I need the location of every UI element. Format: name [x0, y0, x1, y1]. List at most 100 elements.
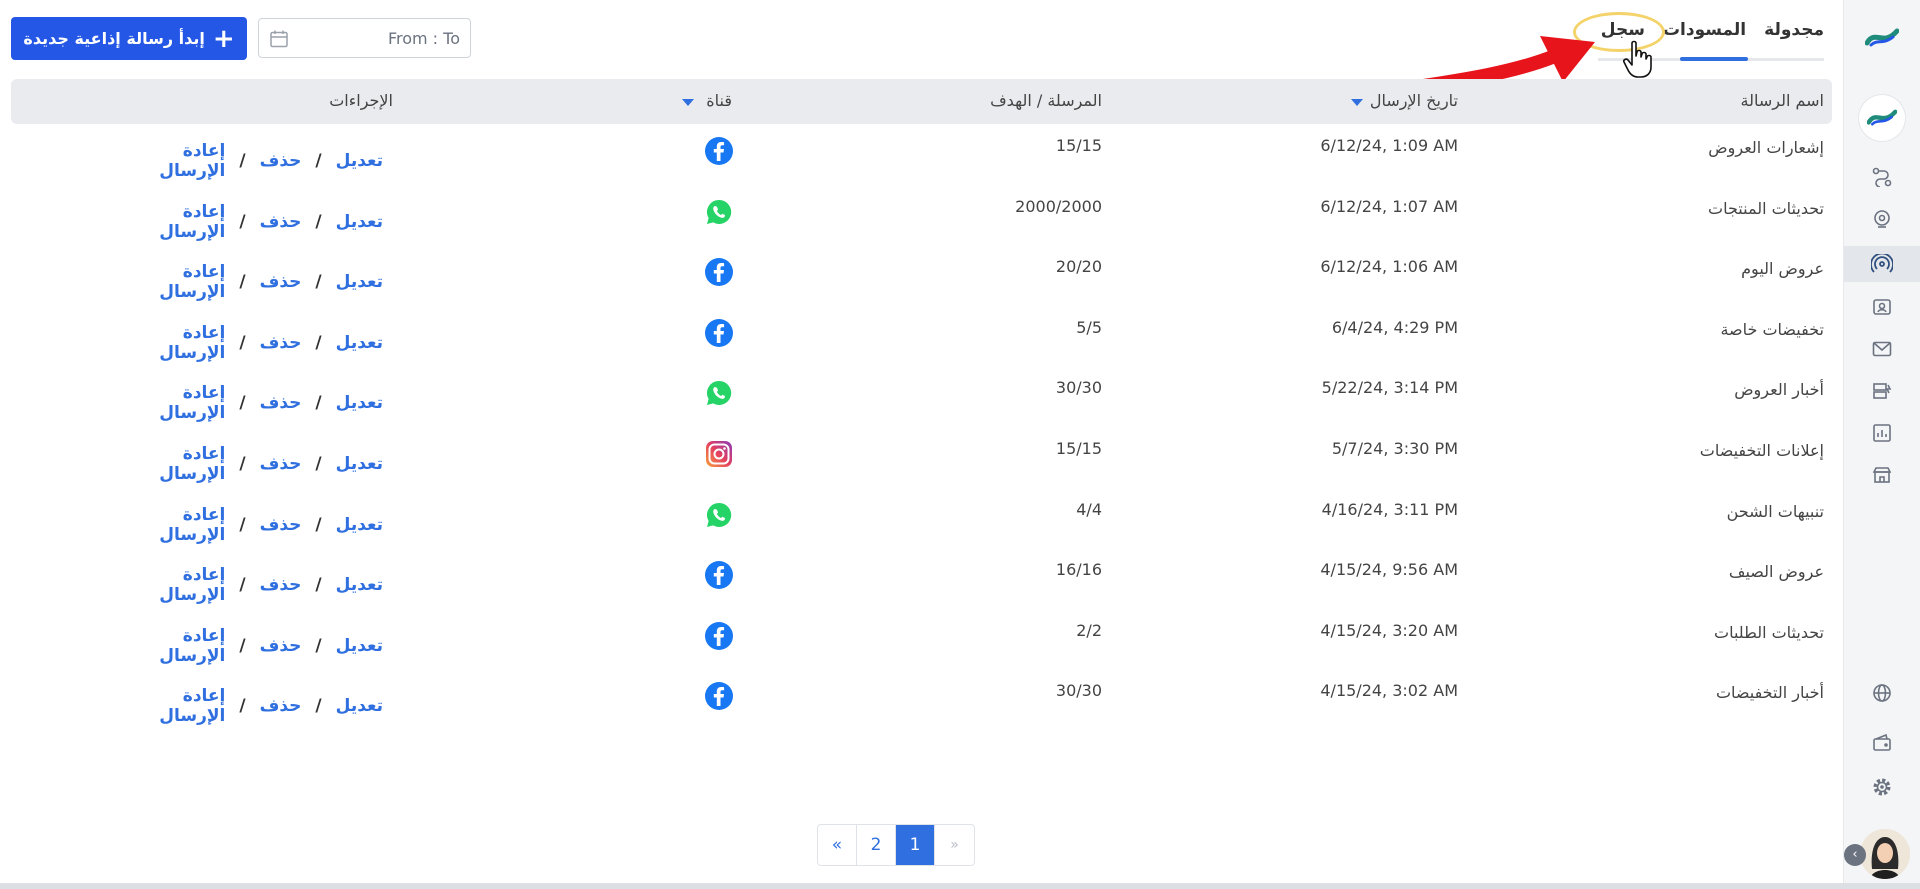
send-date: 6/4/24, 4:29 PM: [1331, 317, 1458, 337]
table-row: تنبيهات الشحن 4/16/24, 3:11 PM 4/4 تعديل / حذ…: [11, 492, 1832, 552]
row-actions: تعديل / حذف / إعادة الإرسال: [111, 505, 383, 545]
avatar[interactable]: [1860, 829, 1910, 879]
sent-target-count: 30/30: [1055, 681, 1102, 701]
row-actions: تعديل / حذف / إعادة الإرسال: [111, 565, 383, 605]
resend-link[interactable]: إعادة الإرسال: [111, 686, 225, 726]
facebook-icon: [704, 621, 734, 651]
workspace-icon[interactable]: [1844, 92, 1920, 144]
edit-link[interactable]: تعديل: [336, 515, 383, 535]
globe-icon[interactable]: [1844, 678, 1920, 708]
tab-scheduled[interactable]: مجدولة: [1764, 18, 1824, 42]
action-separator: /: [239, 393, 246, 414]
message-name: تنبيهات الشحن: [1726, 501, 1824, 521]
message-name: عروض الصيف: [1728, 562, 1824, 582]
resend-link[interactable]: إعادة الإرسال: [111, 505, 225, 545]
resend-link[interactable]: إعادة الإرسال: [111, 444, 225, 484]
delete-link[interactable]: حذف: [260, 272, 302, 292]
edit-link[interactable]: تعديل: [336, 151, 383, 171]
edit-link[interactable]: تعديل: [336, 212, 383, 232]
date-range-input[interactable]: From : To: [258, 18, 471, 58]
store-icon[interactable]: [1844, 460, 1920, 490]
flow-icon[interactable]: [1844, 162, 1920, 192]
delete-link[interactable]: حذف: [260, 515, 302, 535]
facebook-icon: [704, 318, 734, 348]
message-name: أخبار التخفيضات: [1715, 683, 1824, 703]
page-1-button[interactable]: 1: [896, 825, 935, 865]
table-row: أخبار العروض 5/22/24, 3:14 PM 30/30 تعديل / ح…: [11, 370, 1832, 430]
resend-link[interactable]: إعادة الإرسال: [111, 323, 225, 363]
sent-target-count: 4/4: [1076, 499, 1102, 519]
sent-target-count: 15/15: [1055, 439, 1102, 458]
reports-icon[interactable]: [1844, 418, 1920, 448]
facebook-icon: [704, 257, 734, 287]
sent-target-count: 15/15: [1055, 136, 1102, 155]
delete-link[interactable]: حذف: [260, 333, 302, 353]
logo-icon[interactable]: [1844, 18, 1920, 58]
action-separator: /: [315, 454, 322, 474]
action-separator: /: [239, 151, 246, 171]
edit-link[interactable]: تعديل: [336, 393, 383, 413]
mail-icon[interactable]: [1844, 334, 1920, 364]
gear-icon[interactable]: [1844, 772, 1920, 802]
edit-link[interactable]: تعديل: [336, 696, 383, 716]
templates-icon[interactable]: [1844, 376, 1920, 406]
resend-link[interactable]: إعادة الإرسال: [111, 565, 225, 605]
broadcast-icon[interactable]: [1844, 246, 1920, 282]
header-date[interactable]: تاريخ الإرسال: [1370, 91, 1458, 110]
action-separator: /: [315, 635, 322, 656]
channel-filter-icon[interactable]: [682, 99, 694, 106]
horizontal-scrollbar[interactable]: [0, 883, 1920, 889]
page-prev-button[interactable]: »: [935, 825, 974, 865]
wallet-icon[interactable]: [1844, 728, 1920, 758]
delete-link[interactable]: حذف: [260, 696, 302, 716]
hand-cursor-icon: [1623, 40, 1652, 78]
delete-link[interactable]: حذف: [260, 575, 302, 595]
date-range-placeholder: From : To: [387, 29, 460, 48]
delete-link[interactable]: حذف: [260, 636, 302, 656]
resend-link[interactable]: إعادة الإرسال: [111, 626, 225, 666]
whatsapp-icon: [704, 378, 734, 408]
date-sort-icon[interactable]: [1351, 99, 1363, 106]
action-separator: /: [239, 575, 246, 596]
edit-link[interactable]: تعديل: [336, 454, 383, 474]
send-date: 5/22/24, 3:14 PM: [1321, 378, 1458, 398]
send-date: 6/12/24, 1:07 AM: [1320, 196, 1458, 216]
new-broadcast-button[interactable]: + إبدأ رسالة إذاعية جديدة: [11, 17, 247, 60]
whatsapp-icon: [704, 197, 734, 227]
message-name: تحديثات الطلبات: [1714, 622, 1824, 642]
sent-target-count: 20/20: [1055, 257, 1102, 277]
whatsapp-icon: [704, 500, 734, 530]
resend-link[interactable]: إعادة الإرسال: [111, 141, 225, 181]
row-actions: تعديل / حذف / إعادة الإرسال: [111, 444, 383, 484]
message-name: إعلانات التخفيضات: [1699, 441, 1824, 460]
calendar-icon: [270, 30, 288, 48]
resend-link[interactable]: إعادة الإرسال: [111, 383, 225, 423]
resend-link[interactable]: إعادة الإرسال: [111, 262, 225, 302]
edit-link[interactable]: تعديل: [336, 636, 383, 656]
plus-icon: +: [212, 23, 235, 54]
delete-link[interactable]: حذف: [260, 212, 302, 232]
action-separator: /: [239, 211, 246, 232]
edit-link[interactable]: تعديل: [336, 272, 383, 292]
action-separator: /: [315, 272, 322, 293]
edit-link[interactable]: تعديل: [336, 333, 383, 353]
contacts-icon[interactable]: [1844, 292, 1920, 322]
page-first-button[interactable]: «: [818, 825, 857, 865]
header-actions: الإجراءات: [329, 91, 393, 110]
collapse-sidebar-button[interactable]: ‹: [1844, 844, 1866, 866]
header-channel[interactable]: قناة: [706, 91, 732, 110]
delete-link[interactable]: حذف: [260, 454, 302, 474]
action-separator: /: [239, 696, 246, 717]
bot-icon[interactable]: [1844, 204, 1920, 234]
row-actions: تعديل / حذف / إعادة الإرسال: [111, 323, 383, 363]
page-2-button[interactable]: 2: [857, 825, 896, 865]
table-row: عروض اليوم 6/12/24, 1:06 AM 20/20 تعديل / حذف…: [11, 249, 1832, 309]
tab-drafts[interactable]: المسودات: [1663, 18, 1746, 42]
action-separator: /: [239, 514, 246, 535]
edit-link[interactable]: تعديل: [336, 575, 383, 595]
table-row: أخبار التخفيضات 4/15/24, 3:02 AM 30/30 تعدي…: [11, 673, 1832, 733]
delete-link[interactable]: حذف: [260, 393, 302, 413]
row-actions: تعديل / حذف / إعادة الإرسال: [111, 202, 383, 242]
resend-link[interactable]: إعادة الإرسال: [111, 202, 225, 242]
delete-link[interactable]: حذف: [260, 151, 302, 171]
